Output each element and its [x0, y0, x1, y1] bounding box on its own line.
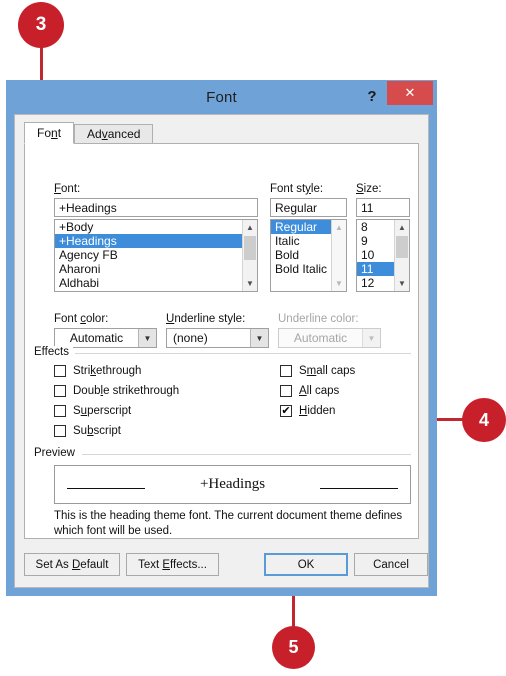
- dialog-body: Font Advanced Font: Font style: Size: +H…: [14, 114, 429, 588]
- close-button[interactable]: ✕: [387, 81, 433, 105]
- preview-description: This is the heading theme font. The curr…: [54, 510, 403, 537]
- font-size-value: 11: [361, 200, 374, 215]
- preview-box: +Headings: [54, 465, 411, 504]
- effects-group-rule: [75, 353, 411, 354]
- font-color-combo[interactable]: Automatic ▼: [54, 328, 157, 348]
- font-style-value: Regular: [275, 200, 318, 215]
- list-item[interactable]: Agency FB: [55, 248, 257, 262]
- list-item[interactable]: Aharoni: [55, 262, 257, 276]
- preview-group-label: Preview: [34, 447, 79, 459]
- list-item[interactable]: Aldhabi: [55, 276, 257, 290]
- dialog-title: Font: [206, 88, 237, 106]
- checkbox-subscript[interactable]: Subscript: [54, 425, 121, 437]
- scrollbar-thumb[interactable]: [244, 236, 256, 260]
- font-size-list[interactable]: 8 9 10 11 12 ▲ ▼: [356, 219, 410, 292]
- scroll-up-icon[interactable]: ▲: [243, 220, 257, 235]
- checkbox-label: Hidden: [299, 405, 336, 417]
- checkbox-box[interactable]: [54, 425, 66, 437]
- checkbox-label: All caps: [299, 385, 340, 397]
- font-size-input[interactable]: 11: [356, 198, 410, 217]
- chevron-down-icon[interactable]: ▼: [138, 329, 156, 347]
- underline-color-value: Automatic: [293, 331, 348, 345]
- font-list-scrollbar[interactable]: ▲ ▼: [242, 220, 257, 291]
- style-list-scrollbar[interactable]: ▲ ▼: [331, 220, 346, 291]
- font-style-input[interactable]: Regular: [270, 198, 347, 217]
- underline-style-value: (none): [173, 331, 208, 345]
- checkbox-strikethrough[interactable]: Strikethrough: [54, 365, 141, 377]
- callout-badge-4-label: 4: [478, 409, 489, 430]
- dialog-titlebar: Font ? ✕: [6, 80, 437, 114]
- checkbox-label: Small caps: [299, 365, 356, 377]
- font-dialog: Font ? ✕ Font Advanced Font: Font style:…: [6, 80, 437, 596]
- set-as-default-button[interactable]: Set As Default: [24, 553, 120, 576]
- checkbox-double-strikethrough[interactable]: Double strikethrough: [54, 385, 179, 397]
- checkbox-box[interactable]: ✔: [280, 405, 292, 417]
- checkbox-label: Subscript: [73, 425, 121, 437]
- checkbox-small-caps[interactable]: Small caps: [280, 365, 355, 377]
- font-label: Font:: [54, 183, 81, 195]
- chevron-down-icon: ▼: [362, 329, 380, 347]
- checkbox-label: Strikethrough: [73, 365, 142, 377]
- text-effects-label: Text Effects...: [138, 558, 207, 571]
- checkbox-superscript[interactable]: Superscript: [54, 405, 131, 417]
- scroll-up-icon[interactable]: ▲: [395, 220, 409, 235]
- tab-font-label: Font: [37, 126, 62, 140]
- text-effects-button[interactable]: Text Effects...: [126, 553, 219, 576]
- checkbox-box[interactable]: [54, 365, 66, 377]
- callout-badge-3: 3: [18, 2, 64, 48]
- checkbox-box[interactable]: [280, 365, 292, 377]
- size-list-scrollbar[interactable]: ▲ ▼: [394, 220, 409, 291]
- tabstrip: Font Advanced: [24, 122, 154, 144]
- scroll-down-icon[interactable]: ▼: [332, 276, 346, 291]
- size-label: Size:: [356, 183, 382, 195]
- underline-color-label: Underline color:: [278, 313, 359, 325]
- checkbox-label: Double strikethrough: [73, 385, 180, 397]
- font-list[interactable]: +Body +Headings Agency FB Aharoni Aldhab…: [54, 219, 258, 292]
- font-style-list[interactable]: Regular Italic Bold Bold Italic ▲ ▼: [270, 219, 347, 292]
- checkbox-box[interactable]: [54, 405, 66, 417]
- preview-sample-text: +Headings: [199, 476, 266, 492]
- underline-color-combo: Automatic ▼: [278, 328, 381, 348]
- check-icon: ✔: [281, 404, 291, 417]
- checkbox-box[interactable]: [54, 385, 66, 397]
- checkbox-hidden[interactable]: ✔ Hidden: [280, 405, 335, 417]
- checkbox-label: Superscript: [73, 405, 132, 417]
- underline-style-label: Underline style:: [166, 313, 246, 325]
- effects-group-label: Effects: [34, 346, 73, 358]
- callout-badge-5: 5: [272, 626, 315, 669]
- font-color-value: Automatic: [69, 331, 124, 345]
- checkbox-all-caps[interactable]: All caps: [280, 385, 339, 397]
- checkbox-box[interactable]: [280, 385, 292, 397]
- list-item[interactable]: +Body: [55, 220, 257, 234]
- chevron-down-icon[interactable]: ▼: [250, 329, 268, 347]
- font-name-input[interactable]: +Headings: [54, 198, 258, 217]
- tab-advanced-label: Advanced: [87, 127, 141, 141]
- scroll-down-icon[interactable]: ▼: [395, 276, 409, 291]
- screenshot-root: 3 4 5 Font ? ✕ Font Advanced Font: Font …: [0, 0, 506, 676]
- font-style-label: Font style:: [270, 183, 324, 195]
- tab-page-font: Font: Font style: Size: +Headings Regula…: [24, 143, 419, 539]
- scroll-up-icon[interactable]: ▲: [332, 220, 346, 235]
- ok-button[interactable]: OK: [264, 553, 348, 576]
- tab-font[interactable]: Font: [24, 122, 75, 144]
- callout-badge-3-label: 3: [35, 14, 47, 35]
- preview-group-rule: [82, 454, 411, 455]
- scrollbar-thumb[interactable]: [396, 236, 408, 258]
- font-color-label: Font color:: [54, 313, 109, 325]
- tab-advanced[interactable]: Advanced: [74, 124, 154, 144]
- preview-rule-right: [320, 488, 398, 489]
- font-name-value: +Headings: [59, 200, 117, 215]
- scroll-down-icon[interactable]: ▼: [243, 276, 257, 291]
- cancel-label: Cancel: [373, 558, 409, 571]
- help-button[interactable]: ?: [361, 84, 383, 109]
- preview-rule-left: [67, 488, 145, 489]
- callout-badge-4: 4: [462, 398, 506, 442]
- callout-badge-5-label: 5: [288, 637, 299, 657]
- set-as-default-label: Set As Default: [35, 558, 109, 571]
- underline-style-combo[interactable]: (none) ▼: [166, 328, 269, 348]
- ok-label: OK: [297, 558, 315, 571]
- list-item[interactable]: +Headings: [55, 234, 257, 248]
- cancel-button[interactable]: Cancel: [354, 553, 428, 576]
